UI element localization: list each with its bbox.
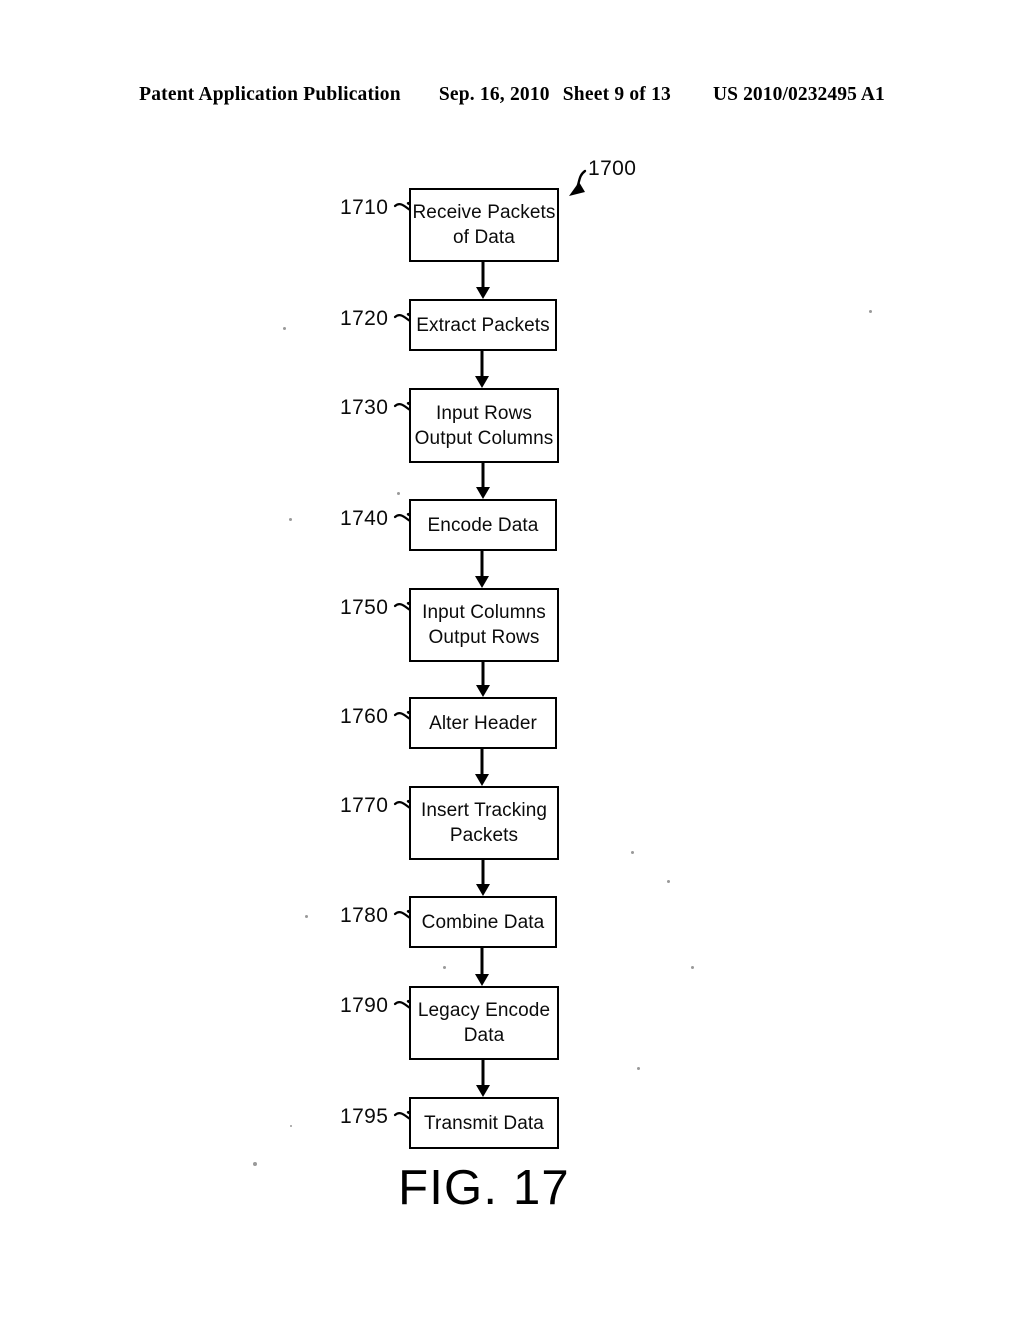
scan-speck bbox=[305, 915, 308, 918]
flowchart-node-alter-header: Alter Header bbox=[409, 697, 557, 749]
flowchart-node-encode-data: Encode Data bbox=[409, 499, 557, 551]
reference-numeral-1760: 1760 bbox=[340, 705, 389, 728]
figure-caption-text: FIG. 17 bbox=[398, 1161, 570, 1215]
flowchart-node-input-columns-output-rows: Input Columns Output Rows bbox=[409, 588, 559, 662]
scan-speck bbox=[637, 1067, 640, 1070]
figure-caption: FIG. 17 bbox=[0, 1162, 1024, 1214]
connector-1720-to-1730 bbox=[475, 351, 489, 388]
node-label-line: Insert Tracking bbox=[420, 800, 548, 821]
node-label-line: Packets bbox=[449, 825, 519, 846]
reference-numeral-1750: 1750 bbox=[340, 596, 389, 619]
flowchart-node-insert-tracking-packets: Insert Tracking Packets bbox=[409, 786, 559, 860]
node-label-line: Output Rows bbox=[428, 627, 540, 648]
scan-speck bbox=[397, 492, 400, 495]
node-label-line: Extract Packets bbox=[416, 314, 550, 336]
node-label-line: Input Rows bbox=[435, 402, 533, 424]
scan-speck bbox=[631, 851, 634, 854]
reference-numeral-1780: 1780 bbox=[340, 904, 389, 927]
leader-line-1700 bbox=[571, 169, 587, 195]
flowchart-node-combine-data: Combine Data bbox=[409, 896, 557, 948]
flowchart-node-transmit-data: Transmit Data bbox=[409, 1097, 559, 1149]
scan-speck bbox=[691, 966, 694, 969]
connector-1780-to-1790 bbox=[475, 948, 489, 986]
reference-numeral-1730: 1730 bbox=[340, 396, 389, 419]
connector-1790-to-1795 bbox=[476, 1060, 490, 1097]
reference-numeral-1720: 1720 bbox=[340, 307, 389, 330]
node-label-line: Output Columns bbox=[414, 427, 554, 449]
connector-1760-to-1770 bbox=[475, 749, 489, 786]
scan-speck bbox=[253, 1162, 257, 1166]
flowchart-node-legacy-encode-data: Legacy Encode Data bbox=[409, 986, 559, 1060]
scan-speck bbox=[283, 327, 286, 330]
scan-speck bbox=[869, 310, 872, 313]
reference-numeral-1795: 1795 bbox=[340, 1105, 389, 1128]
scan-speck bbox=[443, 966, 446, 969]
flowchart-node-input-rows-output-columns: Input Rows Output Columns bbox=[409, 388, 559, 463]
flowchart-1700: Receive Packets of Data 1710 Extract Packet… bbox=[0, 0, 1024, 1320]
reference-numeral-1700: 1700 bbox=[588, 157, 637, 180]
connector-1740-to-1750 bbox=[475, 551, 489, 588]
node-label-line: Data bbox=[463, 1025, 505, 1046]
reference-numeral-1790: 1790 bbox=[340, 994, 389, 1017]
node-label-line: Combine Data bbox=[421, 911, 545, 933]
scan-speck bbox=[290, 1125, 292, 1127]
scan-speck bbox=[667, 880, 670, 883]
node-label-line: Encode Data bbox=[427, 514, 539, 536]
node-label-line: Legacy Encode bbox=[417, 1000, 551, 1021]
node-label-line: Receive Packets bbox=[412, 202, 556, 223]
connector-1750-to-1760 bbox=[476, 662, 490, 697]
reference-numeral-1740: 1740 bbox=[340, 507, 389, 530]
node-label-line: Input Columns bbox=[422, 602, 546, 623]
node-label-line: Alter Header bbox=[429, 712, 537, 734]
node-label-line: of Data bbox=[453, 227, 515, 248]
reference-numeral-1710: 1710 bbox=[340, 196, 389, 219]
arrowhead-1700 bbox=[569, 182, 585, 196]
patent-figure-page: Patent Application Publication Sep. 16, … bbox=[0, 0, 1024, 1320]
node-label-line: Transmit Data bbox=[424, 1112, 544, 1134]
flowchart-node-receive-packets-of-data: Receive Packets of Data bbox=[409, 188, 559, 262]
connector-1710-to-1720 bbox=[476, 262, 490, 299]
scan-speck bbox=[289, 518, 292, 521]
connector-1770-to-1780 bbox=[476, 860, 490, 896]
connector-1730-to-1740 bbox=[476, 463, 490, 499]
flowchart-node-extract-packets: Extract Packets bbox=[409, 299, 557, 351]
reference-numeral-1770: 1770 bbox=[340, 794, 389, 817]
